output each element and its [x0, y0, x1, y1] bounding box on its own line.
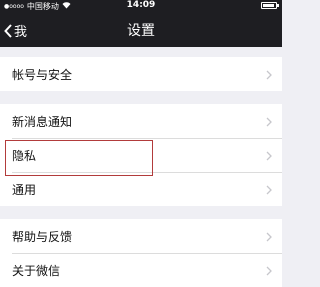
settings-item-privacy[interactable]: 隐私 [0, 138, 282, 172]
page-title: 设置 [127, 23, 155, 39]
settings-group-about: 帮助与反馈 关于微信 [0, 219, 282, 287]
chevron-right-icon [266, 69, 272, 83]
settings-item-about-wechat[interactable]: 关于微信 [0, 253, 282, 287]
navigation-bar: 我 设置 [0, 12, 282, 47]
settings-item-label: 帐号与安全 [12, 67, 73, 82]
settings-item-account-security[interactable]: 帐号与安全 [0, 57, 282, 91]
settings-item-label: 通用 [12, 182, 37, 197]
battery-icon [261, 2, 279, 9]
settings-item-label: 隐私 [12, 148, 37, 163]
settings-item-label: 新消息通知 [12, 114, 73, 129]
status-bar: ●oooo 中国移动 14:09 [0, 0, 282, 12]
chevron-right-icon [266, 150, 272, 164]
settings-item-help-feedback[interactable]: 帮助与反馈 [0, 219, 282, 253]
settings-item-label: 帮助与反馈 [12, 229, 73, 244]
settings-item-notifications[interactable]: 新消息通知 [0, 104, 282, 138]
chevron-right-icon [266, 116, 272, 130]
settings-group-account: 帐号与安全 [0, 57, 282, 91]
chevron-right-icon [266, 231, 272, 245]
chevron-right-icon [266, 265, 272, 279]
chevron-right-icon [266, 184, 272, 198]
settings-item-general[interactable]: 通用 [0, 172, 282, 206]
status-time: 14:09 [126, 0, 156, 10]
settings-group-general: 新消息通知 隐私 通用 [0, 104, 282, 206]
settings-item-label: 关于微信 [12, 263, 61, 278]
